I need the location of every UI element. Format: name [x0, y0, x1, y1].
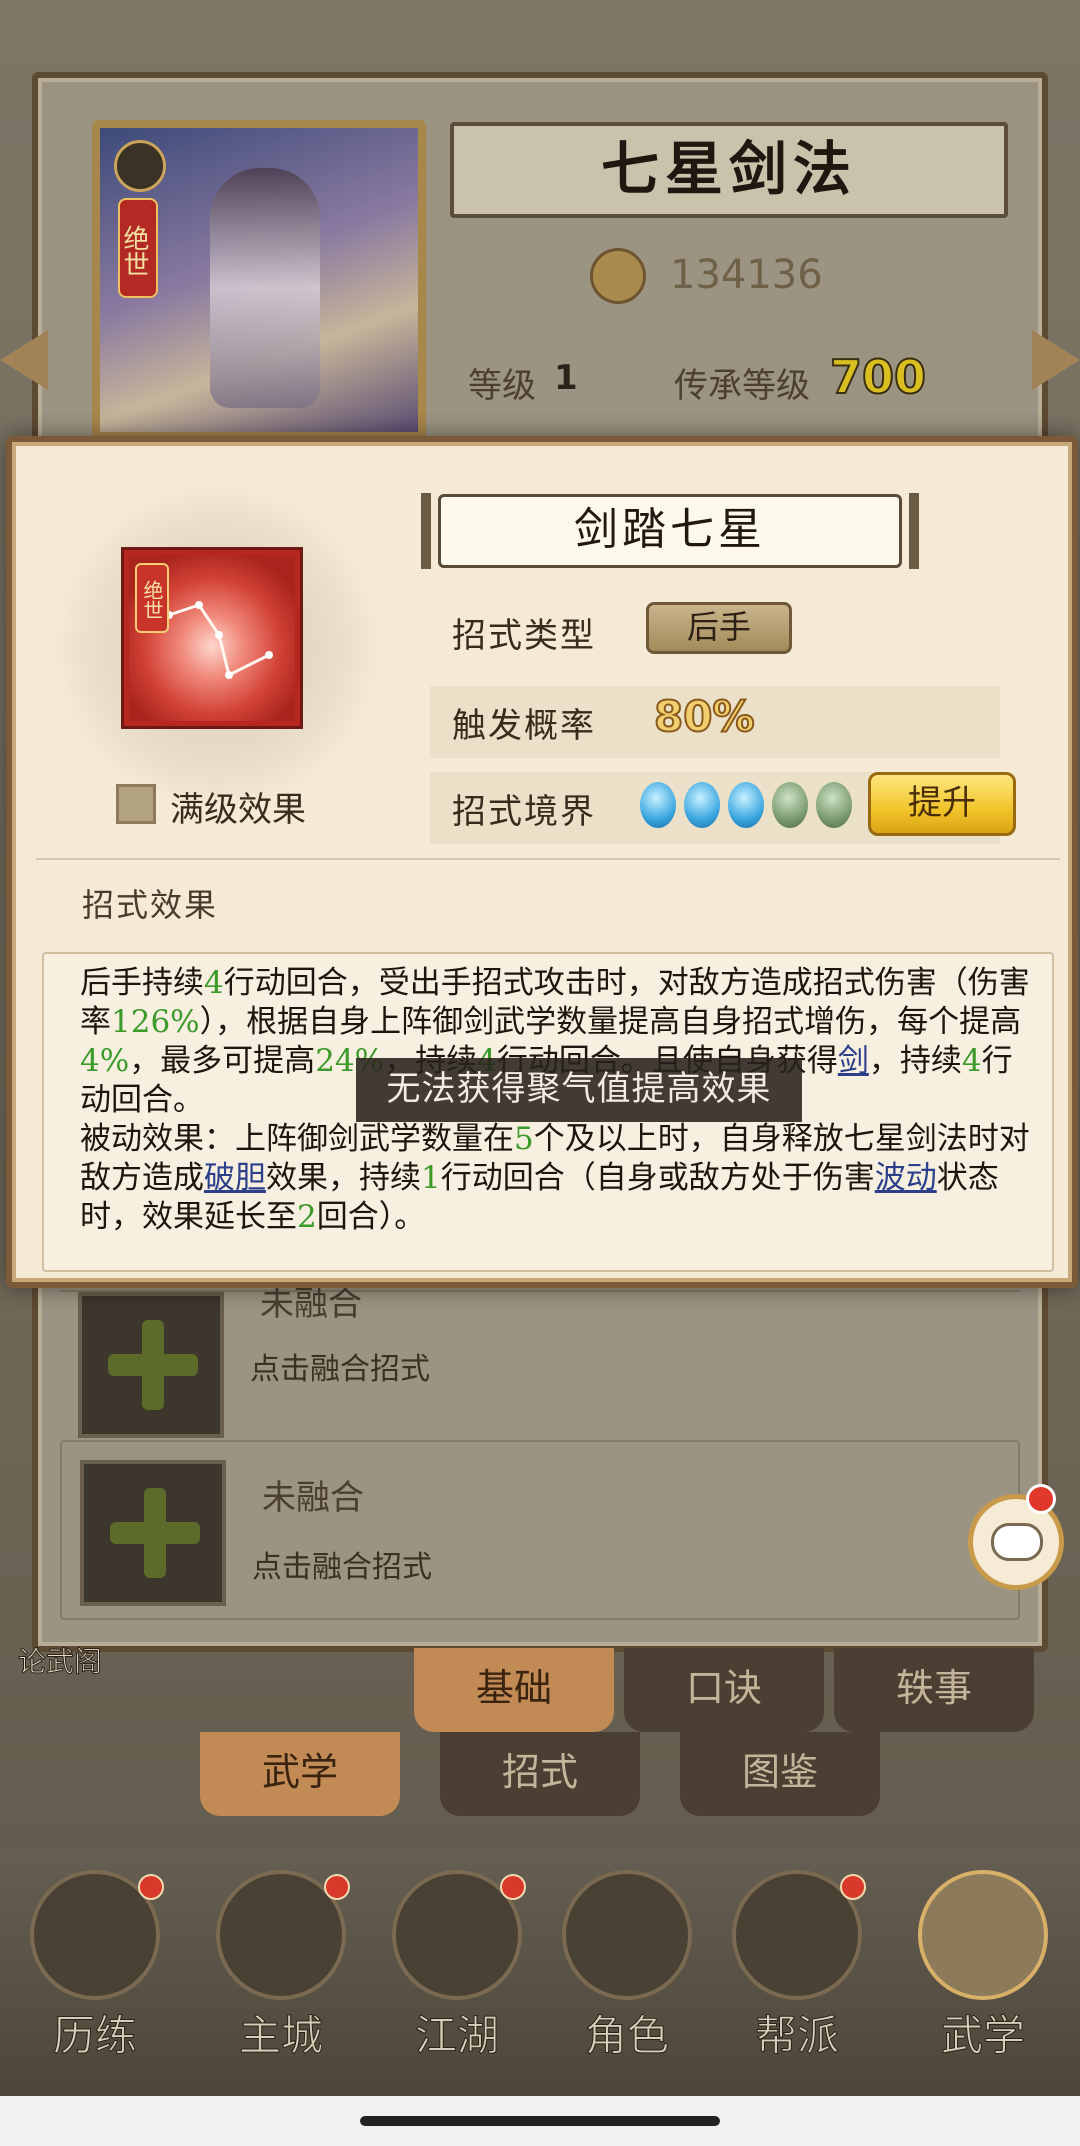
tab-anecdote[interactable]: 轶事 [834, 1648, 1034, 1732]
realm-drop-icon [640, 782, 676, 828]
nav-training[interactable]: 历练 [10, 1870, 180, 2090]
realm-drop-icon [728, 782, 764, 828]
chat-bubble-icon [991, 1523, 1043, 1561]
plus-icon[interactable] [80, 1460, 226, 1606]
skill-card-art: 绝世 [92, 120, 426, 440]
side-label[interactable]: 论武阁 [17, 1640, 102, 1680]
tab-formula[interactable]: 口诀 [624, 1648, 824, 1732]
realm-drop-icon [772, 782, 808, 828]
realm-drop-icon [684, 782, 720, 828]
fusion-slot[interactable]: 未融合 点击融合招式 [60, 1440, 1020, 1620]
nav-label: 江湖 [414, 2011, 499, 2061]
nav-guild[interactable]: 帮派 [712, 1870, 882, 2090]
nav-jianghu[interactable]: 江湖 [372, 1870, 542, 2090]
tab-codex[interactable]: 图鉴 [680, 1732, 880, 1816]
nav-label: 主城 [238, 2011, 323, 2061]
level-value: 1 [554, 358, 578, 398]
tab-martial[interactable]: 武学 [200, 1732, 400, 1816]
power-row: 134136 [520, 240, 940, 310]
card-seal: 绝世 [118, 198, 158, 298]
level-row: 等级 1 传承等级 700 [454, 349, 994, 414]
nav-label: 角色 [584, 2011, 669, 2061]
scroll-icon [918, 1870, 1048, 2000]
effect-link[interactable]: 剑 [838, 1043, 869, 1079]
nav-character[interactable]: 角色 [542, 1870, 712, 2090]
inherit-level-value: 700 [829, 349, 927, 405]
nav-city[interactable]: 主城 [196, 1870, 366, 2090]
character-figure [210, 168, 320, 408]
nav-martial[interactable]: 武学 [898, 1870, 1068, 2090]
plus-icon[interactable] [78, 1292, 224, 1438]
trigger-label: 触发概率 [452, 706, 596, 746]
toast-message: 无法获得聚气值提高效果 [356, 1058, 802, 1122]
max-level-checkbox[interactable] [116, 784, 156, 824]
fusion-slot[interactable]: 未融合 点击融合招式 [60, 1284, 1020, 1438]
move-icon-tag: 绝世 [135, 563, 169, 633]
move-title: 剑踏七星 [421, 493, 919, 569]
notification-badge [500, 1874, 526, 1900]
skill-name-plate: 七星剑法 [450, 122, 1008, 218]
trigger-value: 80% [653, 691, 756, 742]
realm-label: 招式境界 [452, 792, 596, 832]
nav-label: 历练 [52, 2011, 137, 2061]
inherit-level-label: 传承等级 [674, 366, 810, 406]
realm-drop-icon [816, 782, 852, 828]
bottom-nav: 历练 主城 江湖 角色 帮派 武学 [0, 1850, 1080, 2096]
power-value: 134136 [670, 252, 823, 298]
notification-badge [840, 1874, 866, 1900]
level-label: 等级 [468, 366, 536, 406]
home-indicator [360, 2116, 720, 2126]
tab-row-bottom: 武学 招式 图鉴 [200, 1732, 900, 1822]
max-level-label: 满级效果 [170, 790, 306, 830]
type-label: 招式类型 [452, 616, 596, 656]
move-icon: 绝世 [124, 550, 300, 726]
tab-moves[interactable]: 招式 [440, 1732, 640, 1816]
upgrade-button[interactable]: 提升 [868, 772, 1016, 836]
constellation-icon [165, 601, 273, 679]
divider [36, 858, 1060, 860]
effect-heading: 招式效果 [82, 886, 219, 924]
move-detail-modal[interactable]: 绝世 满级效果 剑踏七星 招式类型 后手 触发概率 80% 招式境界 提升 招式… [6, 436, 1078, 1288]
type-badge: 后手 [646, 602, 792, 654]
effect-link-bodong[interactable]: 波动 [875, 1160, 937, 1196]
character-icon [562, 1870, 692, 2000]
nav-label: 帮派 [754, 2011, 839, 2061]
effect-link-pochan[interactable]: 破胆 [204, 1160, 266, 1196]
notification-badge [1026, 1484, 1056, 1514]
fusion-slot-hint: 点击融合招式 [252, 1550, 432, 1585]
tab-basic[interactable]: 基础 [414, 1648, 614, 1732]
fusion-slot-hint: 点击融合招式 [250, 1352, 430, 1387]
notification-badge [324, 1874, 350, 1900]
nav-label: 武学 [940, 2011, 1025, 2061]
fusion-slot-title: 未融合 [262, 1478, 364, 1518]
notification-badge [138, 1874, 164, 1900]
tab-row-top: 基础 口诀 轶事 [410, 1648, 1060, 1732]
power-icon [590, 248, 646, 304]
rank-icon [114, 140, 166, 192]
